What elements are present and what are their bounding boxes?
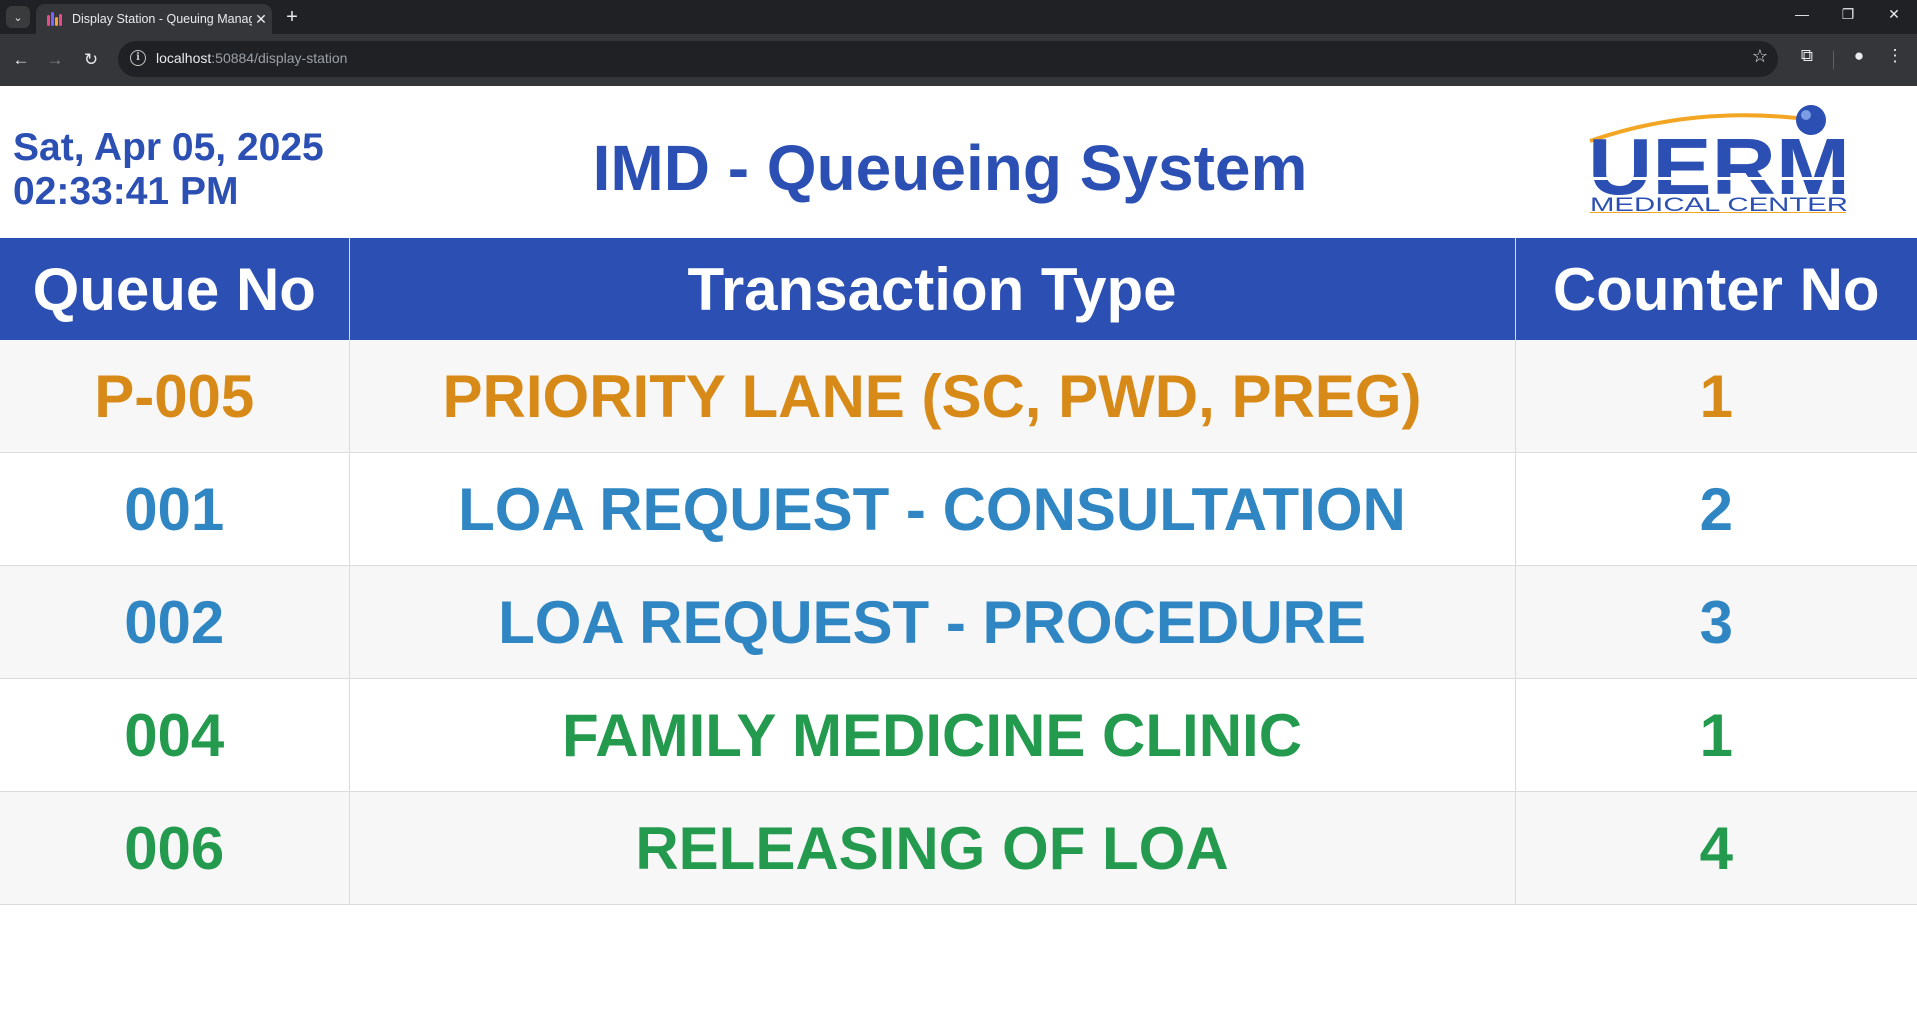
column-header-transaction-type: Transaction Type <box>349 238 1516 340</box>
counter-number: 4 <box>1515 791 1917 905</box>
transaction-type: FAMILY MEDICINE CLINIC <box>349 678 1516 792</box>
browser-toolbar: ← → ↻ i localhost:50884/display-station … <box>0 34 1917 86</box>
transaction-type: PRIORITY LANE (SC, PWD, PREG) <box>349 340 1516 453</box>
column-header-queue-no: Queue No <box>0 238 350 340</box>
transaction-type: LOA REQUEST - PROCEDURE <box>349 565 1516 679</box>
table-row: 006 RELEASING OF LOA 4 <box>0 791 1917 905</box>
back-icon[interactable]: ← <box>8 47 34 73</box>
queue-number: 001 <box>0 452 350 566</box>
current-date: Sat, Apr 05, 2025 <box>13 126 324 169</box>
bookmark-star-icon[interactable]: ☆ <box>1752 46 1768 67</box>
queue-number: 004 <box>0 678 350 792</box>
tab-close-icon[interactable]: ✕ <box>252 11 270 28</box>
counter-number: 3 <box>1515 565 1917 679</box>
transaction-type: LOA REQUEST - CONSULTATION <box>349 452 1516 566</box>
queue-number: P-005 <box>0 340 350 453</box>
browser-tab-bar: ⌄ Display Station - Queuing Management ✕… <box>0 0 1917 34</box>
display-station-page: Sat, Apr 05, 2025 02:33:41 PM IMD - Queu… <box>0 86 1917 1031</box>
url-text[interactable]: localhost:50884/display-station <box>156 50 347 66</box>
forward-icon[interactable]: → <box>42 47 68 73</box>
uerm-logo: UERM MEDICAL CENTER <box>1588 105 1850 213</box>
datetime-display: Sat, Apr 05, 2025 02:33:41 PM <box>13 126 324 214</box>
counter-number: 1 <box>1515 340 1917 453</box>
minimize-icon[interactable]: — <box>1782 6 1822 22</box>
tab-search-button[interactable]: ⌄ <box>6 6 30 28</box>
svg-text:MEDICAL CENTER: MEDICAL CENTER <box>1590 195 1848 213</box>
toolbar-divider <box>1833 51 1834 69</box>
table-header-row: Queue No Transaction Type Counter No <box>0 238 1917 340</box>
queue-number: 006 <box>0 791 350 905</box>
counter-number: 1 <box>1515 678 1917 792</box>
counter-number: 2 <box>1515 452 1917 566</box>
menu-kebab-icon[interactable]: ⋮ <box>1882 46 1908 66</box>
restore-icon[interactable]: ❐ <box>1828 6 1868 23</box>
extensions-icon[interactable]: ⧉ <box>1794 46 1820 66</box>
queue-number: 002 <box>0 565 350 679</box>
table-row: 001 LOA REQUEST - CONSULTATION 2 <box>0 452 1917 566</box>
table-row: 004 FAMILY MEDICINE CLINIC 1 <box>0 678 1917 792</box>
transaction-type: RELEASING OF LOA <box>349 791 1516 905</box>
table-row: 002 LOA REQUEST - PROCEDURE 3 <box>0 565 1917 679</box>
queue-table: Queue No Transaction Type Counter No P-0… <box>0 238 1917 905</box>
column-header-counter-no: Counter No <box>1515 238 1917 340</box>
tab-title: Display Station - Queuing Management <box>72 12 252 26</box>
address-bar[interactable]: i localhost:50884/display-station ☆ <box>118 41 1778 77</box>
new-tab-button[interactable]: + <box>280 5 304 29</box>
window-close-icon[interactable]: ✕ <box>1874 6 1914 23</box>
profile-icon[interactable]: ● <box>1846 46 1872 66</box>
queue-favicon-icon <box>46 11 62 27</box>
table-row: P-005 PRIORITY LANE (SC, PWD, PREG) 1 <box>0 340 1917 453</box>
reload-icon[interactable]: ↻ <box>78 47 104 73</box>
site-info-icon[interactable]: i <box>130 50 146 66</box>
current-time: 02:33:41 PM <box>13 170 239 213</box>
page-title: IMD - Queueing System <box>592 132 1308 204</box>
browser-tab[interactable]: Display Station - Queuing Management ✕ <box>36 4 272 34</box>
